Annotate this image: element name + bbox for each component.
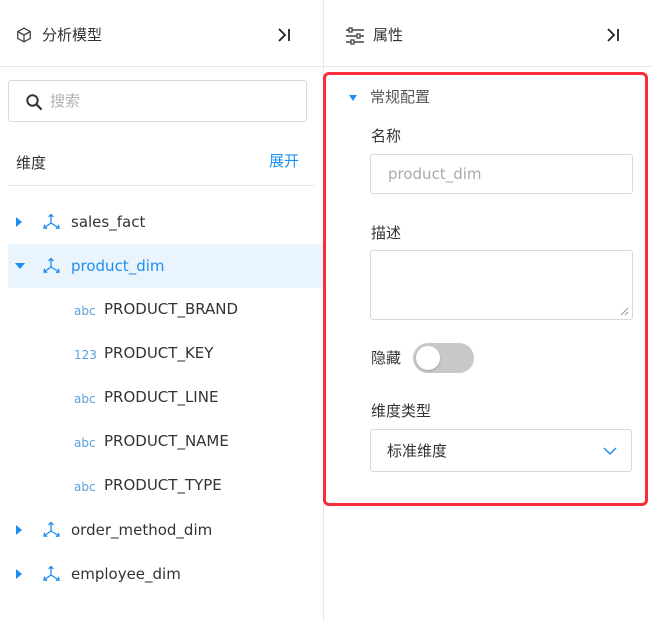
tree-item-label: employee_dim bbox=[71, 565, 181, 583]
collapse-panel-icon[interactable] bbox=[605, 26, 623, 44]
dimension-icon bbox=[43, 565, 60, 581]
resize-grip-icon[interactable] bbox=[620, 307, 629, 316]
panel-title: 分析模型 bbox=[42, 26, 103, 44]
field-name: PRODUCT_KEY bbox=[104, 344, 214, 362]
search-placeholder: 搜索 bbox=[50, 92, 81, 110]
tree-item-order-method-dim[interactable]: order_method_dim bbox=[8, 508, 323, 552]
name-field-value: product_dim bbox=[388, 165, 482, 183]
string-type-badge: abc bbox=[74, 436, 96, 450]
dimension-icon bbox=[43, 521, 60, 537]
caret-right-icon[interactable] bbox=[16, 525, 22, 535]
caret-down-icon[interactable] bbox=[15, 263, 25, 269]
field-item-product-name[interactable]: abc PRODUCT_NAME bbox=[8, 420, 323, 464]
dimension-type-label: 维度类型 bbox=[371, 402, 432, 420]
tree-item-label: order_method_dim bbox=[71, 521, 213, 539]
field-item-product-type[interactable]: abc PRODUCT_TYPE bbox=[8, 464, 323, 508]
hidden-toggle[interactable] bbox=[413, 343, 474, 373]
toggle-knob bbox=[416, 346, 440, 370]
field-item-product-line[interactable]: abc PRODUCT_LINE bbox=[8, 376, 323, 420]
search-icon bbox=[26, 94, 43, 111]
general-config-title[interactable]: 常规配置 bbox=[370, 86, 430, 108]
field-name: PRODUCT_TYPE bbox=[104, 476, 222, 494]
string-type-badge: abc bbox=[74, 480, 96, 494]
cube-icon bbox=[17, 27, 31, 43]
analysis-model-panel: 分析模型 搜索 维度 展开 sales_fact product_dim abc… bbox=[0, 0, 323, 622]
chevron-down-icon bbox=[603, 447, 617, 456]
dimension-type-select[interactable]: 标准维度 bbox=[370, 429, 632, 472]
name-field[interactable]: product_dim bbox=[370, 154, 633, 194]
description-label: 描述 bbox=[371, 224, 402, 242]
field-name: PRODUCT_LINE bbox=[104, 388, 219, 406]
tree-item-label: product_dim bbox=[71, 257, 165, 275]
string-type-badge: abc bbox=[74, 392, 96, 406]
expand-all-link[interactable]: 展开 bbox=[269, 150, 299, 172]
field-name: PRODUCT_BRAND bbox=[104, 300, 239, 318]
analysis-model-header: 分析模型 bbox=[0, 0, 323, 67]
field-name: PRODUCT_NAME bbox=[104, 432, 229, 450]
tree-item-label: sales_fact bbox=[71, 213, 146, 231]
tree-item-product-dim[interactable]: product_dim bbox=[8, 244, 323, 288]
dimension-icon bbox=[43, 213, 60, 229]
string-type-badge: abc bbox=[74, 304, 96, 318]
caret-right-icon[interactable] bbox=[16, 217, 22, 227]
dimension-type-value: 标准维度 bbox=[387, 442, 448, 460]
hidden-label: 隐藏 bbox=[371, 349, 402, 367]
tree-item-employee-dim[interactable]: employee_dim bbox=[8, 552, 323, 596]
dimension-section-label: 维度 bbox=[16, 154, 47, 172]
field-item-product-key[interactable]: 123 PRODUCT_KEY bbox=[8, 332, 323, 376]
search-input[interactable]: 搜索 bbox=[8, 80, 307, 122]
properties-panel: 属性 常规配置 名称 product_dim 描述 隐藏 维度类型 标准维度 bbox=[324, 0, 653, 622]
panel-title: 属性 bbox=[373, 26, 404, 44]
section-divider bbox=[8, 185, 315, 186]
properties-sliders-icon bbox=[346, 27, 364, 45]
number-type-badge: 123 bbox=[74, 348, 97, 362]
caret-down-icon[interactable] bbox=[349, 95, 357, 101]
description-field[interactable] bbox=[370, 250, 633, 320]
properties-header: 属性 bbox=[324, 0, 653, 67]
field-item-product-brand[interactable]: abc PRODUCT_BRAND bbox=[8, 288, 323, 332]
caret-right-icon[interactable] bbox=[16, 569, 22, 579]
tree-item-sales-fact[interactable]: sales_fact bbox=[8, 200, 323, 244]
dimension-icon bbox=[43, 257, 60, 273]
name-label: 名称 bbox=[371, 127, 402, 145]
collapse-panel-icon[interactable] bbox=[276, 26, 294, 44]
